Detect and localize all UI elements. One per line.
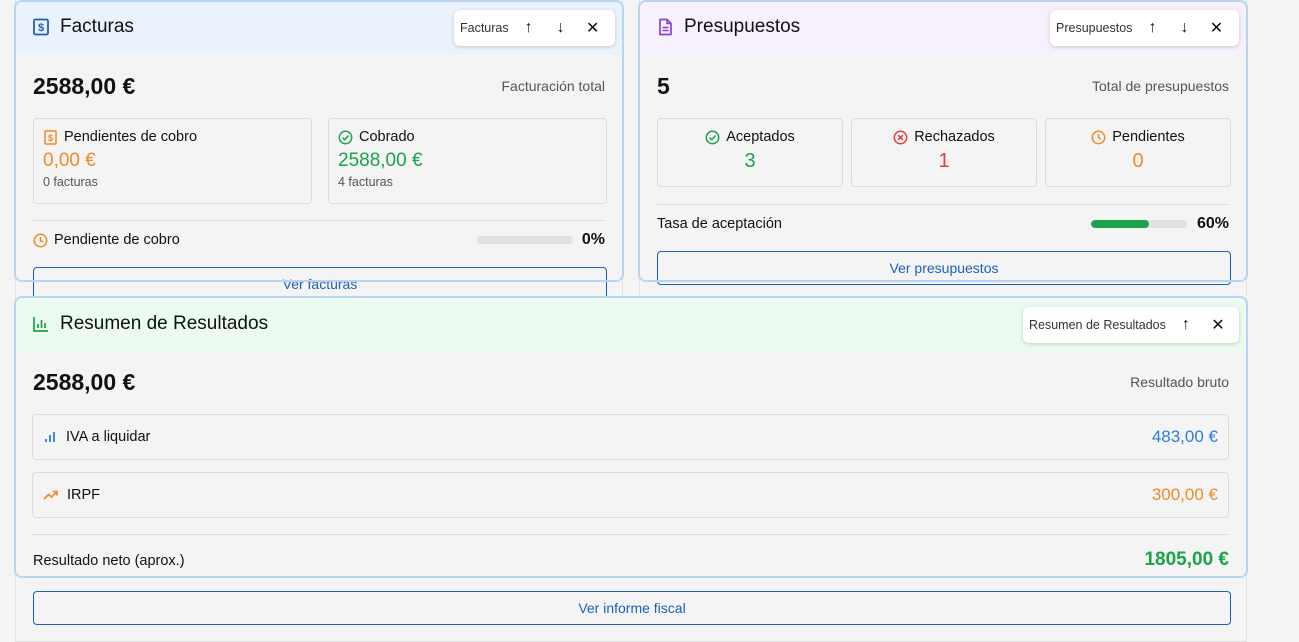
cobrado-box: Cobrado 2588,00 € 4 facturas bbox=[328, 118, 607, 204]
card-title: Resumen de Resultados bbox=[60, 313, 269, 334]
iva-row: IVA a liquidar 483,00 € bbox=[32, 414, 1229, 460]
dollar-doc-icon: $ bbox=[43, 129, 58, 145]
move-down-icon[interactable]: ↓ bbox=[545, 12, 577, 44]
pendiente-cobro-row: Pendiente de cobro bbox=[33, 232, 180, 248]
aceptados-label: Aceptados bbox=[726, 129, 795, 145]
total-presupuestos-label: Total de presupuestos bbox=[1092, 78, 1229, 94]
pendiente-cobro-percent: 0% bbox=[581, 231, 605, 248]
trending-up-icon bbox=[43, 488, 58, 502]
move-up-icon[interactable]: ↑ bbox=[513, 12, 545, 44]
resultados-card: Resumen de Resultados Resumen de Resulta… bbox=[15, 297, 1247, 642]
pendientes-cobro-box: $ Pendientes de cobro 0,00 € 0 facturas bbox=[33, 118, 312, 204]
close-icon[interactable]: ✕ bbox=[1200, 12, 1232, 44]
toolbar-label: Presupuestos bbox=[1056, 21, 1133, 35]
move-up-icon[interactable]: ↑ bbox=[1170, 309, 1202, 341]
resultado-bruto-value: 2588,00 € bbox=[33, 369, 136, 395]
svg-text:$: $ bbox=[48, 133, 53, 143]
ver-informe-fiscal-button[interactable]: Ver informe fiscal bbox=[33, 591, 1231, 625]
resultado-bruto-label: Resultado bruto bbox=[1130, 374, 1229, 390]
tasa-aceptacion-percent: 60% bbox=[1196, 215, 1229, 232]
check-circle-icon bbox=[705, 130, 720, 145]
pendientes-label: Pendientes de cobro bbox=[64, 129, 198, 145]
svg-text:$: $ bbox=[38, 22, 44, 34]
divider bbox=[33, 220, 605, 221]
irpf-value: 300,00 € bbox=[1151, 485, 1218, 504]
presupuestos-card: Presupuestos Presupuestos ↑ ↓ ✕ 5 Total … bbox=[639, 0, 1247, 296]
irpf-row: IRPF 300,00 € bbox=[32, 472, 1229, 518]
dollar-doc-icon: $ bbox=[32, 18, 50, 36]
resultados-toolbar: Resumen de Resultados ↑ ✕ bbox=[1023, 307, 1239, 343]
facturas-card: $ Facturas Facturas ↑ ↓ ✕ 2588,00 € Fact… bbox=[15, 0, 623, 301]
cobrado-label: Cobrado bbox=[359, 129, 415, 145]
facturas-toolbar: Facturas ↑ ↓ ✕ bbox=[454, 10, 615, 46]
iva-value: 483,00 € bbox=[1151, 427, 1218, 446]
aceptados-box: Aceptados 3 bbox=[657, 118, 843, 187]
divider bbox=[657, 204, 1229, 205]
pendientes-amount: 0,00 € bbox=[43, 150, 96, 171]
facturacion-total-label: Facturación total bbox=[501, 78, 606, 94]
rechazados-label: Rechazados bbox=[914, 129, 995, 145]
pendientes-count: 0 facturas bbox=[43, 175, 98, 189]
pendientes-label: Pendientes bbox=[1112, 129, 1185, 145]
rechazados-value: 1 bbox=[938, 150, 950, 172]
irpf-label: IRPF bbox=[67, 487, 101, 503]
pendientes-value: 0 bbox=[1132, 150, 1144, 172]
toolbar-label: Facturas bbox=[460, 21, 509, 35]
card-title: Presupuestos bbox=[684, 16, 801, 37]
tasa-aceptacion-label: Tasa de aceptación bbox=[657, 216, 782, 232]
cobrado-count: 4 facturas bbox=[338, 175, 393, 189]
resultado-neto-value: 1805,00 € bbox=[1144, 549, 1229, 570]
x-circle-icon bbox=[893, 130, 908, 145]
bar-chart-icon bbox=[43, 430, 57, 444]
cobrado-amount: 2588,00 € bbox=[338, 150, 423, 171]
ver-presupuestos-button[interactable]: Ver presupuestos bbox=[657, 251, 1231, 285]
clock-icon bbox=[1091, 130, 1106, 145]
pendientes-box: Pendientes 0 bbox=[1045, 118, 1231, 187]
ver-facturas-button[interactable]: Ver facturas bbox=[33, 267, 607, 301]
aceptados-value: 3 bbox=[744, 150, 756, 172]
presupuestos-toolbar: Presupuestos ↑ ↓ ✕ bbox=[1050, 10, 1239, 46]
rechazados-box: Rechazados 1 bbox=[851, 118, 1037, 187]
pendiente-cobro-label: Pendiente de cobro bbox=[54, 232, 180, 248]
tasa-aceptacion-bar-fill bbox=[1091, 220, 1149, 228]
card-title: Facturas bbox=[60, 16, 134, 37]
toolbar-label: Resumen de Resultados bbox=[1029, 318, 1166, 332]
resultado-neto-label: Resultado neto (aprox.) bbox=[33, 553, 185, 569]
pendiente-cobro-bar bbox=[477, 236, 573, 244]
move-down-icon[interactable]: ↓ bbox=[1168, 12, 1200, 44]
close-icon[interactable]: ✕ bbox=[1202, 309, 1234, 341]
iva-label: IVA a liquidar bbox=[66, 429, 151, 445]
tasa-aceptacion-bar bbox=[1091, 220, 1187, 228]
divider bbox=[33, 534, 1229, 535]
close-icon[interactable]: ✕ bbox=[577, 12, 609, 44]
check-circle-icon bbox=[338, 130, 353, 145]
clock-icon bbox=[33, 233, 48, 248]
total-presupuestos-value: 5 bbox=[657, 73, 670, 99]
facturacion-total-value: 2588,00 € bbox=[33, 73, 136, 99]
document-icon bbox=[656, 18, 674, 36]
bar-chart-icon bbox=[32, 315, 50, 333]
move-up-icon[interactable]: ↑ bbox=[1136, 12, 1168, 44]
